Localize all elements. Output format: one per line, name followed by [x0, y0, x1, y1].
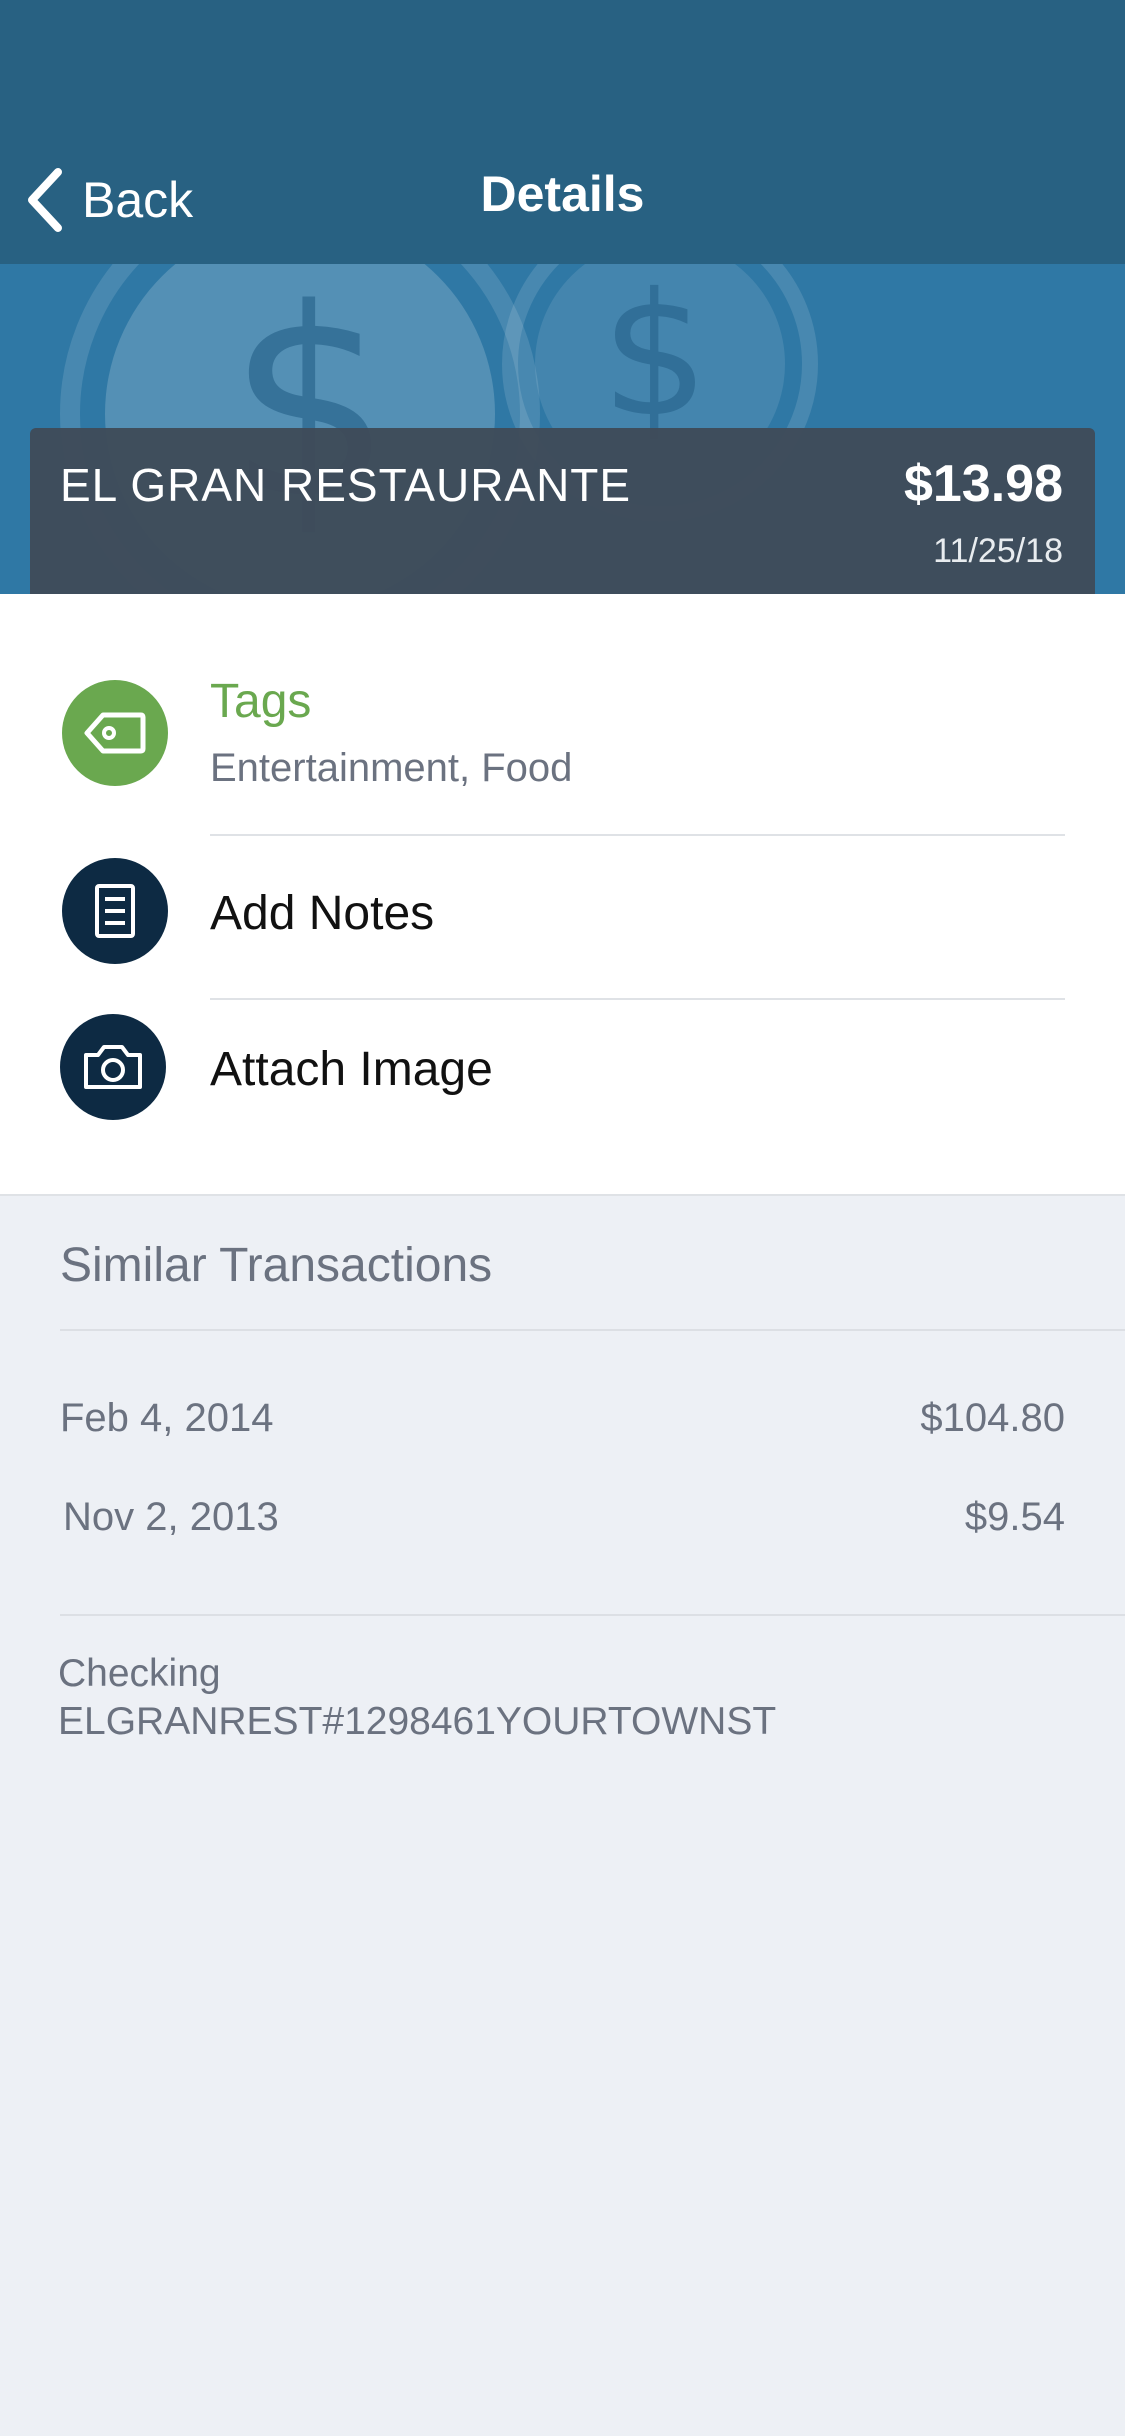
tag-icon — [62, 680, 168, 786]
add-notes-label: Add Notes — [210, 887, 435, 940]
tags-value: Entertainment, Food — [210, 746, 573, 790]
merchant-card: EL GRAN RESTAURANTE $13.98 11/25/18 — [30, 428, 1095, 608]
transaction-amount: $104.80 — [920, 1396, 1065, 1440]
similar-transaction-row[interactable]: Feb 4, 2014 $104.80 — [60, 1396, 1065, 1456]
add-notes-row[interactable]: Add Notes — [0, 836, 1125, 996]
notes-icon — [62, 858, 168, 964]
tags-title: Tags — [210, 675, 312, 728]
page-title: Details — [480, 166, 645, 222]
transaction-amount: $9.54 — [964, 1495, 1065, 1539]
similar-transactions-heading: Similar Transactions — [60, 1239, 493, 1292]
attach-image-label: Attach Image — [210, 1043, 493, 1096]
transaction-amount: $13.98 — [903, 455, 1063, 513]
attach-image-row[interactable]: Attach Image — [0, 1000, 1125, 1194]
divider — [60, 1614, 1125, 1616]
navigation-bar: Back Details — [0, 0, 1125, 264]
account-info: Checking ELGRANREST#1298461YOURTOWNST — [58, 1650, 776, 1746]
transaction-date: Feb 4, 2014 — [60, 1396, 274, 1440]
tags-row[interactable]: Tags Entertainment, Food — [0, 594, 1125, 834]
transaction-date: Nov 2, 2013 — [63, 1495, 279, 1539]
similar-transaction-row[interactable]: Nov 2, 2013 $9.54 — [63, 1495, 1065, 1555]
account-type: Checking — [58, 1652, 221, 1695]
camera-icon — [60, 1014, 166, 1120]
transaction-date: 11/25/18 — [933, 532, 1063, 570]
transaction-description: ELGRANREST#1298461YOURTOWNST — [58, 1700, 777, 1743]
divider — [60, 1329, 1125, 1331]
merchant-name: EL GRAN RESTAURANTE — [60, 459, 632, 511]
svg-text:$: $ — [601, 264, 709, 455]
actions-list: Tags Entertainment, Food Add Notes Attac… — [0, 594, 1125, 1196]
